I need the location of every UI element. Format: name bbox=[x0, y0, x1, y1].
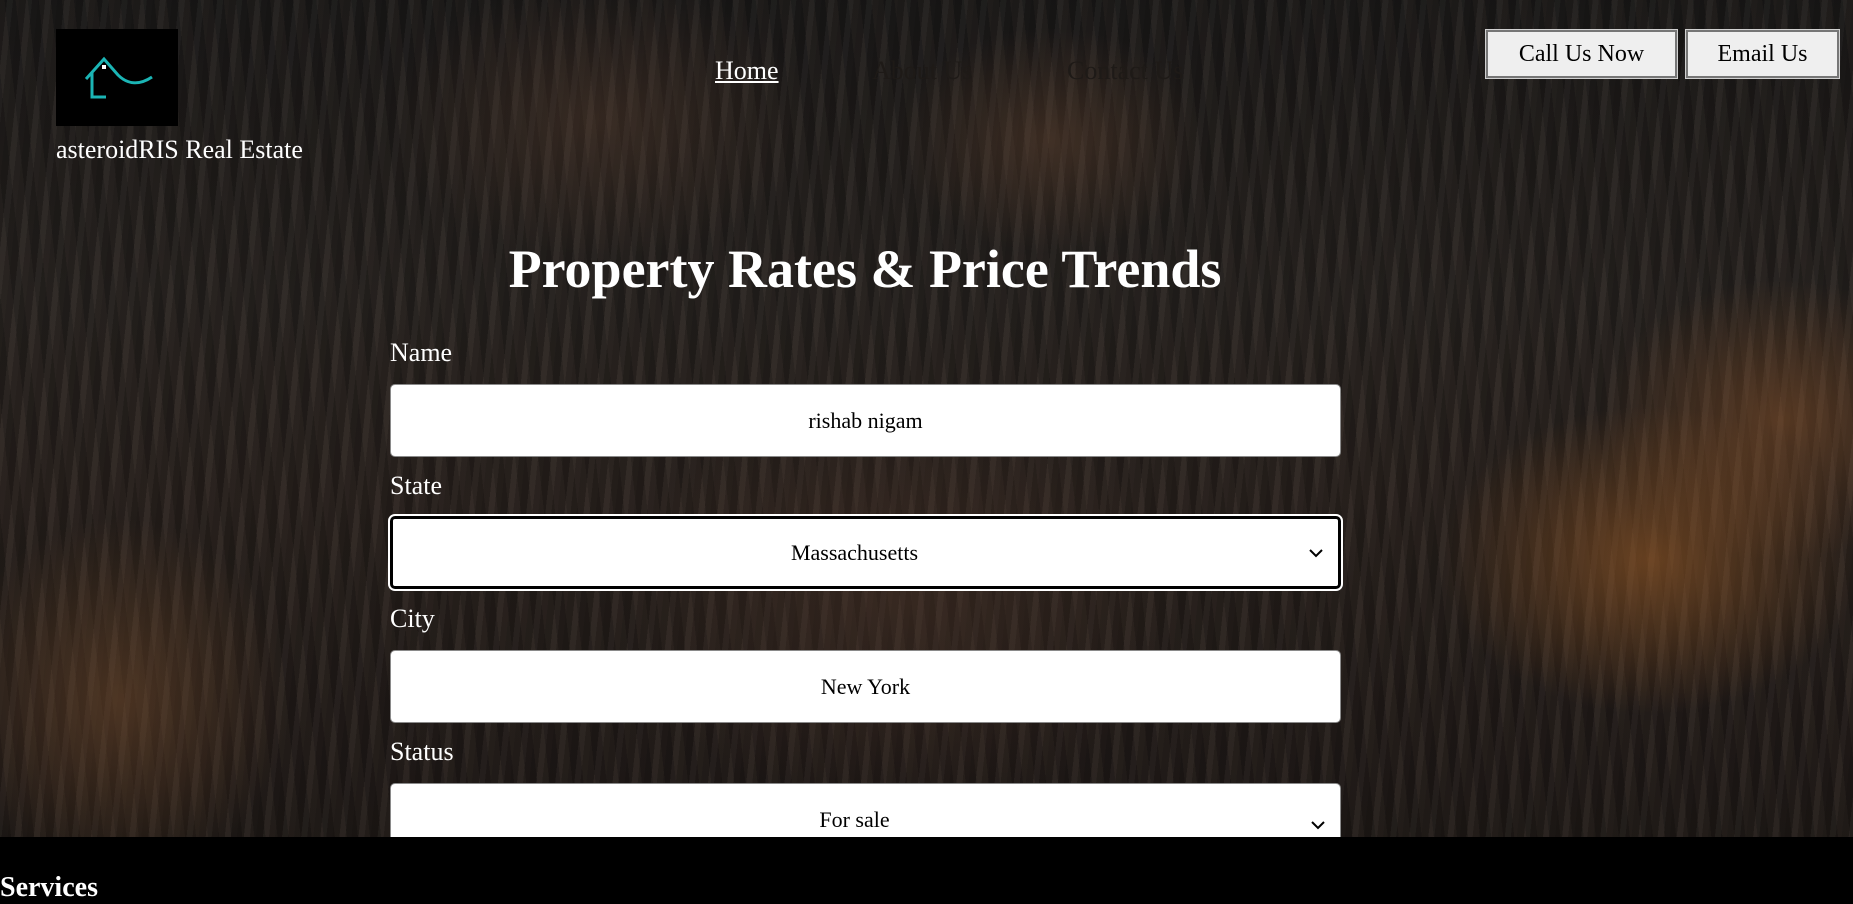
state-select-value: Massachusetts bbox=[790, 539, 919, 565]
logo[interactable] bbox=[56, 29, 178, 126]
status-label: Status bbox=[390, 737, 454, 766]
services-heading: Services bbox=[0, 872, 98, 903]
chevron-down-icon bbox=[1311, 821, 1325, 830]
name-input-value: rishab nigam bbox=[808, 407, 923, 433]
state-label: State bbox=[390, 471, 442, 500]
nav-link-about[interactable]: About Us bbox=[872, 56, 972, 86]
page-title: Property Rates & Price Trends bbox=[508, 239, 1222, 299]
call-us-button[interactable]: Call Us Now bbox=[1485, 29, 1678, 79]
state-select[interactable]: Massachusetts bbox=[388, 514, 1343, 591]
nav-link-contact[interactable]: Contact Us bbox=[1067, 56, 1183, 86]
city-input-value: New York bbox=[820, 673, 911, 699]
status-select[interactable]: For sale bbox=[390, 783, 1341, 837]
house-icon bbox=[84, 56, 153, 99]
chevron-down-icon bbox=[1309, 548, 1323, 557]
city-label: City bbox=[390, 604, 435, 633]
name-label: Name bbox=[390, 338, 453, 367]
city-input[interactable]: New York bbox=[390, 650, 1341, 723]
nav-link-home[interactable]: Home bbox=[715, 56, 779, 86]
services-section bbox=[0, 837, 1853, 903]
brand-name: asteroidRIS Real Estate bbox=[56, 135, 303, 164]
email-us-button[interactable]: Email Us bbox=[1685, 29, 1840, 79]
name-input[interactable]: rishab nigam bbox=[390, 384, 1341, 457]
status-select-value: For sale bbox=[819, 807, 890, 832]
